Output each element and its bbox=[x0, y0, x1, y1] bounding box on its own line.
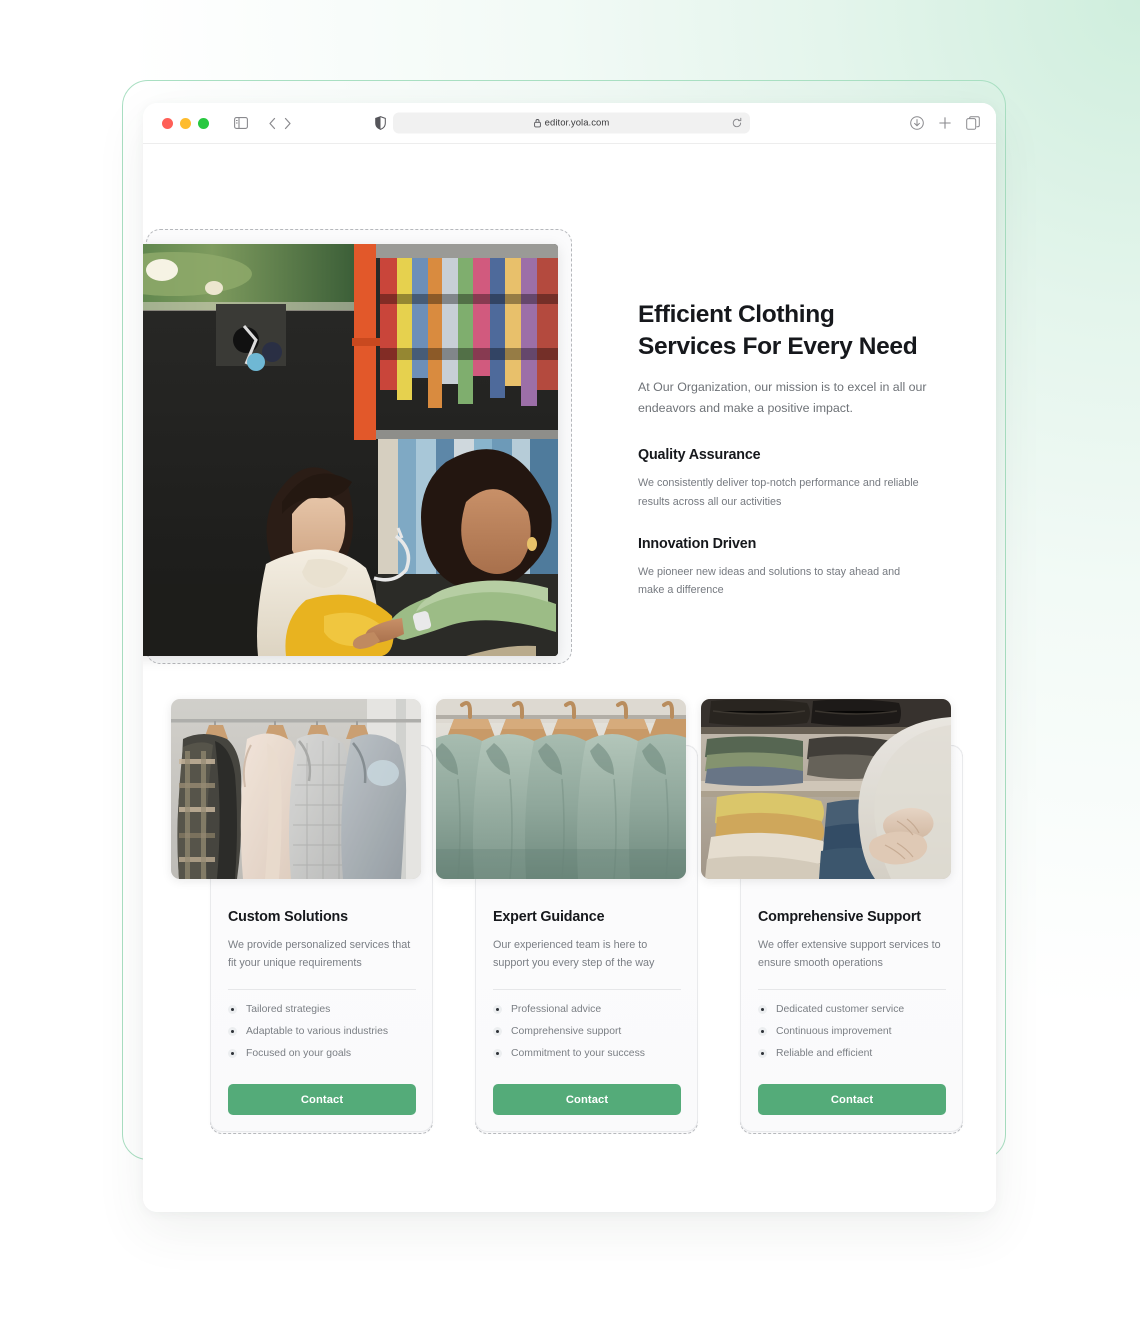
bullet-icon bbox=[493, 1005, 502, 1015]
sidebar-toggle-icon[interactable] bbox=[234, 117, 248, 129]
list-item-label: Adaptable to various industries bbox=[246, 1026, 389, 1038]
card-divider bbox=[758, 989, 946, 991]
bullet-icon bbox=[228, 1005, 237, 1015]
list-item: Dedicated customer service bbox=[758, 1004, 946, 1015]
browser-window: editor.yola.com Efficient Clothing Servi… bbox=[143, 103, 996, 1212]
list-item: Focused on your goals bbox=[228, 1048, 416, 1059]
url-text: editor.yola.com bbox=[544, 117, 610, 129]
feature-title: Quality Assurance bbox=[638, 447, 761, 464]
card-body: Expert Guidance Our experienced team is … bbox=[493, 909, 681, 1116]
card-feature-list: Dedicated customer service Continuous im… bbox=[758, 1004, 946, 1059]
bullet-icon bbox=[228, 1049, 237, 1059]
card-body: Custom Solutions We provide personalized… bbox=[228, 909, 416, 1116]
bullet-icon bbox=[758, 1049, 767, 1059]
list-item-label: Reliable and efficient bbox=[776, 1048, 873, 1060]
feature-title: Innovation Driven bbox=[638, 536, 757, 553]
card-description: Our experienced team is here to support … bbox=[493, 939, 655, 970]
feature-block-innovation-driven: Innovation Driven We pioneer new ideas a… bbox=[638, 536, 928, 600]
card-title: Expert Guidance bbox=[493, 909, 605, 925]
download-icon[interactable] bbox=[910, 116, 924, 130]
maximize-window-button[interactable] bbox=[198, 117, 209, 129]
feature-body: We consistently deliver top-notch perfor… bbox=[638, 477, 919, 508]
bullet-icon bbox=[758, 1027, 767, 1037]
list-item: Reliable and efficient bbox=[758, 1048, 946, 1059]
list-item: Adaptable to various industries bbox=[228, 1026, 416, 1037]
chevron-right-icon[interactable] bbox=[283, 117, 292, 130]
hero-text-column: Efficient Clothing Services For Every Ne… bbox=[638, 299, 928, 600]
card-body: Comprehensive Support We offer extensive… bbox=[758, 909, 946, 1116]
list-item-label: Comprehensive support bbox=[511, 1026, 622, 1038]
list-item: Continuous improvement bbox=[758, 1026, 946, 1037]
website-canvas: Efficient Clothing Services For Every Ne… bbox=[143, 144, 996, 1212]
list-item: Professional advice bbox=[493, 1004, 681, 1015]
tab-overview-icon[interactable] bbox=[966, 116, 980, 130]
service-card-custom-solutions[interactable]: Custom Solutions We provide personalized… bbox=[171, 699, 433, 1134]
list-item-label: Commitment to your success bbox=[511, 1048, 645, 1060]
card-divider bbox=[493, 989, 681, 991]
list-item-label: Continuous improvement bbox=[776, 1026, 892, 1038]
list-item: Commitment to your success bbox=[493, 1048, 681, 1059]
list-item: Tailored strategies bbox=[228, 1004, 416, 1015]
hero-title: Efficient Clothing Services For Every Ne… bbox=[638, 299, 928, 362]
navigation-arrows[interactable] bbox=[268, 117, 292, 130]
toolbar-right-icons bbox=[910, 116, 980, 130]
contact-button[interactable]: Contact bbox=[493, 1084, 681, 1116]
contact-button[interactable]: Contact bbox=[228, 1084, 416, 1116]
bullet-icon bbox=[228, 1027, 237, 1037]
card-title: Custom Solutions bbox=[228, 909, 348, 925]
hero-image[interactable] bbox=[143, 244, 558, 656]
card-image[interactable] bbox=[701, 699, 951, 879]
close-window-button[interactable] bbox=[162, 117, 173, 129]
shield-icon[interactable] bbox=[375, 116, 386, 130]
feature-block-quality-assurance: Quality Assurance We consistently delive… bbox=[638, 447, 928, 511]
card-feature-list: Professional advice Comprehensive suppor… bbox=[493, 1004, 681, 1059]
card-image[interactable] bbox=[436, 699, 686, 879]
hero-title-line-2: Services For Every Need bbox=[638, 332, 918, 360]
service-card-expert-guidance[interactable]: Expert Guidance Our experienced team is … bbox=[436, 699, 698, 1134]
card-image[interactable] bbox=[171, 699, 421, 879]
hero-title-line-1: Efficient Clothing bbox=[638, 301, 835, 328]
service-card-comprehensive-support[interactable]: Comprehensive Support We offer extensive… bbox=[701, 699, 963, 1134]
card-title: Comprehensive Support bbox=[758, 909, 921, 925]
card-description: We provide personalized services that fi… bbox=[228, 939, 411, 970]
address-bar[interactable]: editor.yola.com bbox=[393, 112, 750, 134]
lock-icon bbox=[533, 119, 541, 128]
bullet-icon bbox=[493, 1027, 502, 1037]
list-item: Comprehensive support bbox=[493, 1026, 681, 1037]
chevron-left-icon[interactable] bbox=[268, 117, 277, 130]
reload-icon[interactable] bbox=[732, 117, 742, 129]
contact-button[interactable]: Contact bbox=[758, 1084, 946, 1116]
list-item-label: Focused on your goals bbox=[246, 1048, 352, 1060]
bullet-icon bbox=[758, 1005, 767, 1015]
window-controls[interactable] bbox=[162, 117, 209, 129]
hero-subtitle: At Our Organization, our mission is to e… bbox=[638, 380, 927, 415]
card-divider bbox=[228, 989, 416, 991]
browser-toolbar: editor.yola.com bbox=[143, 103, 996, 144]
feature-body: We pioneer new ideas and solutions to st… bbox=[638, 566, 901, 597]
list-item-label: Tailored strategies bbox=[246, 1004, 331, 1016]
list-item-label: Dedicated customer service bbox=[776, 1004, 905, 1016]
bullet-icon bbox=[493, 1049, 502, 1059]
card-feature-list: Tailored strategies Adaptable to various… bbox=[228, 1004, 416, 1059]
minimize-window-button[interactable] bbox=[180, 117, 191, 129]
list-item-label: Professional advice bbox=[511, 1004, 602, 1016]
plus-icon[interactable] bbox=[938, 116, 952, 130]
service-cards-row: Custom Solutions We provide personalized… bbox=[171, 699, 971, 1134]
card-description: We offer extensive support services to e… bbox=[758, 939, 941, 970]
